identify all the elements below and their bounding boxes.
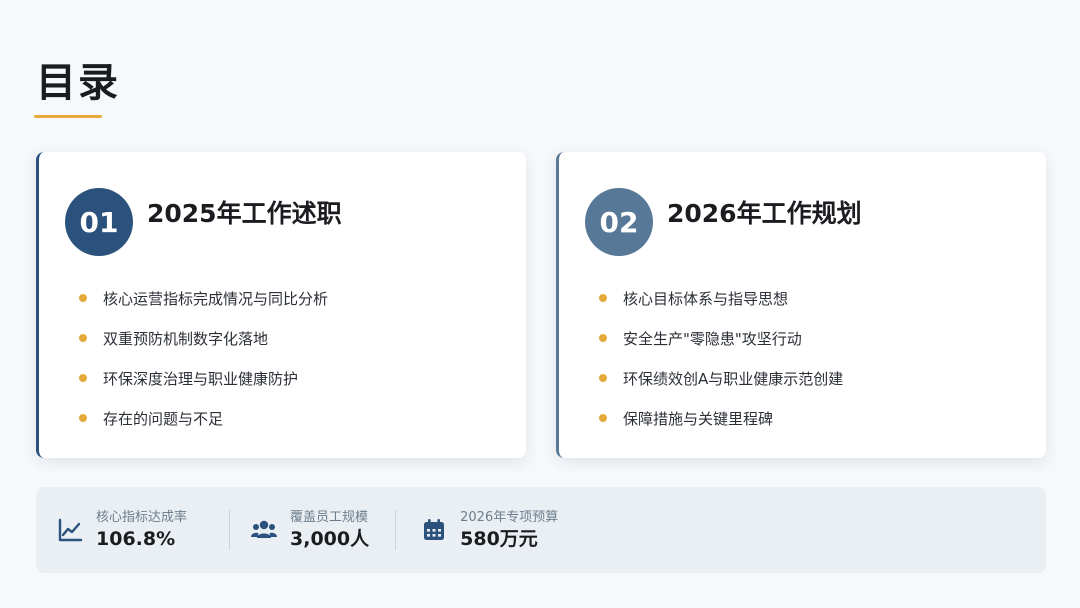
- list-item-text: 双重预防机制数字化落地: [103, 329, 269, 348]
- section-card-2: 02 2026年工作规划 核心目标体系与指导思想 安全生产"零隐患"攻坚行动 环…: [556, 152, 1046, 458]
- stat-budget: 2026年专项预算 580万元: [420, 510, 558, 550]
- list-item-text: 安全生产"零隐患"攻坚行动: [623, 329, 802, 348]
- calendar-icon: [424, 519, 445, 540]
- bullet-dot: [79, 414, 87, 422]
- bullet-dot: [599, 294, 607, 302]
- stat-label: 2026年专项预算: [460, 509, 559, 525]
- list-item: 核心目标体系与指导思想: [599, 278, 843, 318]
- section-item-list: 核心目标体系与指导思想 安全生产"零隐患"攻坚行动 环保绩效创A与职业健康示范创…: [599, 278, 843, 438]
- bullet-dot: [79, 334, 87, 342]
- stat-label: 核心指标达成率: [96, 509, 188, 525]
- list-item-text: 环保深度治理与职业健康防护: [103, 369, 299, 388]
- bullet-dot: [599, 334, 607, 342]
- section-title: 2026年工作规划: [667, 199, 862, 228]
- title-underline: [34, 115, 102, 118]
- stat-employee-scale: 覆盖员工规模 3,000人: [250, 510, 369, 550]
- line-chart-icon: [58, 518, 83, 542]
- list-item-text: 环保绩效创A与职业健康示范创建: [623, 369, 844, 388]
- slide: 目录 01 2025年工作述职 核心运营指标完成情况与同比分析 双重预防机制数字…: [0, 0, 1080, 608]
- page-title: 目录: [36, 60, 120, 106]
- stats-bar: 核心指标达成率 106.8% 覆盖员工规模 3,000人 2026年专项预算 5…: [36, 487, 1046, 573]
- list-item-text: 核心目标体系与指导思想: [623, 289, 789, 308]
- list-item: 环保深度治理与职业健康防护: [79, 358, 328, 398]
- list-item: 双重预防机制数字化落地: [79, 318, 328, 358]
- section-number-badge: 01: [65, 188, 133, 256]
- bullet-dot: [599, 414, 607, 422]
- list-item: 核心运营指标完成情况与同比分析: [79, 278, 328, 318]
- bullet-dot: [599, 374, 607, 382]
- section-card-1: 01 2025年工作述职 核心运营指标完成情况与同比分析 双重预防机制数字化落地…: [36, 152, 526, 458]
- stat-divider: [229, 510, 231, 550]
- section-item-list: 核心运营指标完成情况与同比分析 双重预防机制数字化落地 环保深度治理与职业健康防…: [79, 278, 328, 438]
- list-item: 安全生产"零隐患"攻坚行动: [599, 318, 843, 358]
- stat-achievement-rate: 核心指标达成率 106.8%: [56, 510, 187, 550]
- list-item: 环保绩效创A与职业健康示范创建: [599, 358, 843, 398]
- section-number-badge: 02: [585, 188, 653, 256]
- list-item-text: 保障措施与关键里程碑: [623, 409, 774, 428]
- bullet-dot: [79, 294, 87, 302]
- list-item-text: 核心运营指标完成情况与同比分析: [103, 289, 329, 308]
- list-item: 保障措施与关键里程碑: [599, 398, 843, 438]
- users-icon: [251, 520, 278, 538]
- stat-divider: [395, 510, 397, 550]
- stat-value: 580万元: [460, 527, 538, 550]
- section-title: 2025年工作述职: [147, 199, 342, 228]
- list-item-text: 存在的问题与不足: [103, 409, 224, 428]
- stat-value: 3,000人: [290, 527, 370, 550]
- stat-label: 覆盖员工规模: [290, 509, 369, 525]
- stat-value: 106.8%: [96, 527, 176, 550]
- bullet-dot: [79, 374, 87, 382]
- list-item: 存在的问题与不足: [79, 398, 328, 438]
